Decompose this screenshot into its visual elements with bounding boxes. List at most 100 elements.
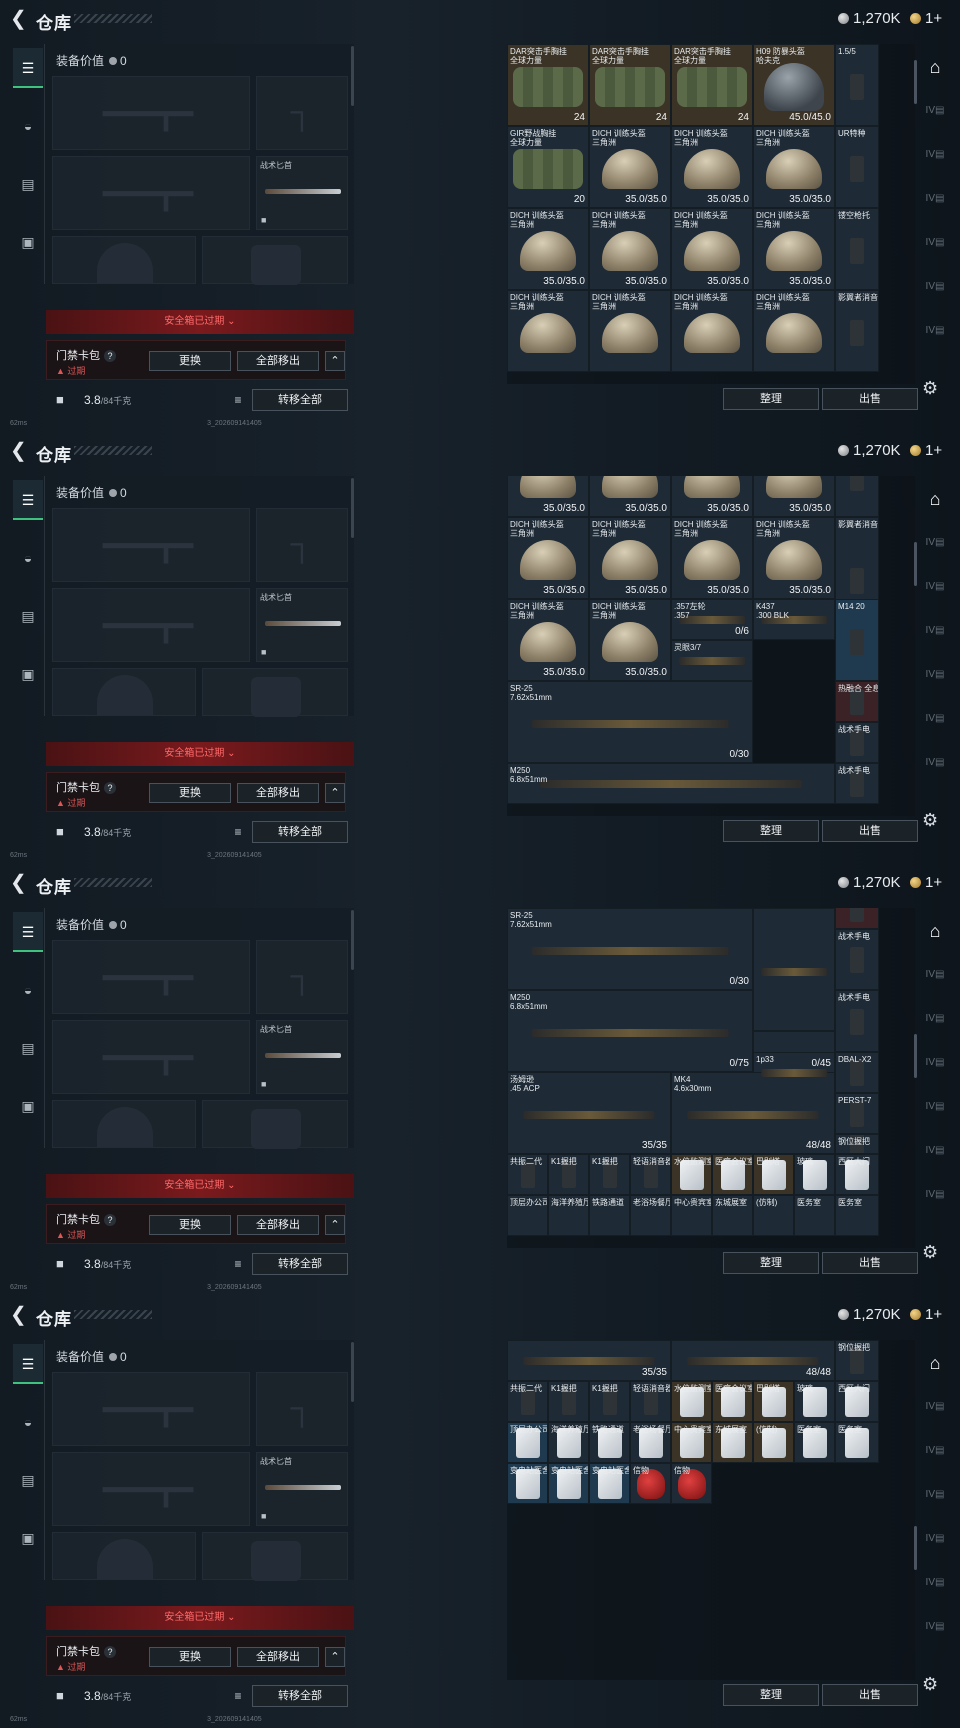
- armor-slot[interactable]: [202, 1532, 348, 1581]
- back-icon[interactable]: ❮: [10, 873, 27, 893]
- storage-item[interactable]: 战术手电: [835, 990, 879, 1052]
- storage-item[interactable]: 影翼者消音: [835, 290, 879, 372]
- armor-slot[interactable]: [202, 668, 348, 717]
- storage-item[interactable]: 汤姆逊 .45 ACP 35/35: [507, 1072, 671, 1154]
- storage-item[interactable]: 巴别塔: [753, 1154, 794, 1195]
- storage-item[interactable]: 巴别塔: [753, 1381, 794, 1422]
- storage-item[interactable]: 水位监测室: [671, 1381, 712, 1422]
- storage-item[interactable]: DICH 训练头盔 三角洲 35.0/35.0: [589, 208, 671, 290]
- equipment-scrollbar[interactable]: [351, 46, 354, 106]
- storage-item[interactable]: DAR突击手胸挂 全球力量 24: [671, 44, 753, 126]
- settings-gear-icon[interactable]: ⚙: [922, 1242, 938, 1263]
- storage-page-3-icon[interactable]: IV▤: [922, 1438, 948, 1464]
- move-all-button[interactable]: 全部移出: [237, 1647, 319, 1667]
- case-nav-icon[interactable]: ▣: [13, 1518, 43, 1558]
- storage-item[interactable]: 35.0/35.0: [671, 476, 753, 517]
- settings-gear-icon[interactable]: ⚙: [922, 810, 938, 831]
- helmet-nav-icon[interactable]: ◒: [13, 538, 43, 578]
- storage-item[interactable]: 战术手电: [835, 928, 879, 990]
- storage-tab-icon[interactable]: ⌂: [922, 918, 948, 944]
- equipment-scrollbar[interactable]: [351, 478, 354, 538]
- storage-item[interactable]: 35.0/35.0: [507, 476, 589, 517]
- storage-item[interactable]: DICH 训练头盔 三角洲 35.0/35.0: [671, 126, 753, 208]
- storage-item[interactable]: UR特种: [835, 126, 879, 208]
- vest-nav-icon[interactable]: ▤: [13, 164, 43, 204]
- primary-weapon-slot[interactable]: ━━━┳━: [52, 940, 250, 1014]
- storage-page-7-icon[interactable]: IV▤: [922, 750, 948, 776]
- list-icon[interactable]: ≡: [228, 1686, 248, 1706]
- storage-item[interactable]: 灵眼3/7: [671, 640, 753, 681]
- move-all-button[interactable]: 全部移出: [237, 351, 319, 371]
- storage-item[interactable]: M250 6.8x51mm: [507, 763, 835, 804]
- storage-item[interactable]: 钢位握把: [835, 1340, 879, 1381]
- secondary-weapon-slot[interactable]: ━━━┳━: [52, 156, 250, 230]
- storage-grid[interactable]: 35.0/35.035.0/35.0热融合 全息SR-25 7.62x51mm0…: [507, 908, 915, 1248]
- storage-item[interactable]: DICH 训练头盔 三角洲 35.0/35.0: [589, 126, 671, 208]
- storage-item[interactable]: 钢位握把: [835, 1133, 879, 1154]
- storage-item[interactable]: DICH 训练头盔 三角洲 35.0/35.0: [671, 208, 753, 290]
- weapon-nav-icon[interactable]: ☰: [13, 480, 43, 520]
- storage-item[interactable]: 共振二代: [507, 1381, 548, 1422]
- storage-page-6-icon[interactable]: IV▤: [922, 274, 948, 300]
- move-all-button[interactable]: 全部移出: [237, 783, 319, 803]
- transfer-all-button[interactable]: 转移全部: [252, 1685, 348, 1707]
- storage-page-6-icon[interactable]: IV▤: [922, 706, 948, 732]
- storage-page-7-icon[interactable]: IV▤: [922, 1182, 948, 1208]
- storage-page-2-icon[interactable]: IV▤: [922, 530, 948, 556]
- storage-item[interactable]: GIR野战胸挂 全球力量 20: [507, 126, 589, 208]
- storage-item[interactable]: 变电站医舍: [548, 1463, 589, 1504]
- transfer-all-button[interactable]: 转移全部: [252, 821, 348, 843]
- storage-item[interactable]: K1握把: [589, 1154, 630, 1195]
- storage-item[interactable]: 医务室: [835, 1422, 879, 1463]
- storage-item[interactable]: DICH 训练头盔 三角洲: [589, 290, 671, 372]
- helmet-nav-icon[interactable]: ◒: [13, 970, 43, 1010]
- storage-page-5-icon[interactable]: IV▤: [922, 662, 948, 688]
- storage-page-5-icon[interactable]: IV▤: [922, 230, 948, 256]
- storage-item[interactable]: 医疗会议室: [712, 1154, 753, 1195]
- storage-item[interactable]: 西区大门: [835, 1154, 879, 1195]
- safe-box-expired-banner[interactable]: 安全箱已过期 ⌄: [46, 1606, 354, 1630]
- storage-item[interactable]: 顶层办公司: [507, 1422, 548, 1463]
- storage-item[interactable]: 35.0/35.0: [589, 476, 671, 517]
- storage-item[interactable]: 东城展室: [712, 1195, 753, 1236]
- collapse-icon[interactable]: ⌃: [325, 351, 345, 371]
- storage-item[interactable]: DICH 训练头盔 三角洲 35.0/35.0: [507, 208, 589, 290]
- collapse-icon[interactable]: ⌃: [325, 1215, 345, 1235]
- sort-button[interactable]: 整理: [723, 388, 819, 410]
- storage-item[interactable]: SR-25 7.62x51mm 0/30: [507, 908, 753, 990]
- storage-page-3-icon[interactable]: IV▤: [922, 142, 948, 168]
- storage-page-4-icon[interactable]: IV▤: [922, 1482, 948, 1508]
- weapon-nav-icon[interactable]: ☰: [13, 912, 43, 952]
- sell-button[interactable]: 出售: [822, 388, 918, 410]
- storage-item[interactable]: K1握把: [589, 1381, 630, 1422]
- storage-item[interactable]: 35.0/35.0: [753, 476, 835, 517]
- storage-item[interactable]: H09 防暴头盔 哈夫克 45.0/45.0: [753, 44, 835, 126]
- storage-item[interactable]: DICH 训练头盔 三角洲 35.0/35.0: [589, 517, 671, 599]
- back-icon[interactable]: ❮: [10, 441, 27, 461]
- move-all-button[interactable]: 全部移出: [237, 1215, 319, 1235]
- storage-page-3-icon[interactable]: IV▤: [922, 1006, 948, 1032]
- equipment-scrollbar[interactable]: [351, 910, 354, 970]
- settings-gear-icon[interactable]: ⚙: [922, 378, 938, 399]
- storage-page-7-icon[interactable]: IV▤: [922, 318, 948, 344]
- back-icon[interactable]: ❮: [10, 9, 27, 29]
- storage-item[interactable]: 海洋养殖厅: [548, 1195, 589, 1236]
- storage-item[interactable]: 玻璃: [794, 1381, 835, 1422]
- case-nav-icon[interactable]: ▣: [13, 1086, 43, 1126]
- storage-item[interactable]: DBAL-X2: [835, 1051, 879, 1093]
- sell-button[interactable]: 出售: [822, 1684, 918, 1706]
- storage-item[interactable]: 医疗会议室: [712, 1381, 753, 1422]
- vest-nav-icon[interactable]: ▤: [13, 596, 43, 636]
- storage-tab-icon[interactable]: ⌂: [922, 486, 948, 512]
- storage-item[interactable]: 中心贵宾室: [671, 1195, 712, 1236]
- storage-item[interactable]: (仿制): [753, 1195, 794, 1236]
- storage-item[interactable]: 顶层办公司: [507, 1195, 548, 1236]
- storage-item[interactable]: 轻语消音器: [630, 1381, 671, 1422]
- storage-grid[interactable]: 35/35 48/48 钢位握把 共振二代 K1握把 K1握把 轻语消音器 水位监测室 医疗会议…: [507, 1340, 915, 1680]
- storage-item[interactable]: 热融合 全息: [835, 681, 879, 722]
- storage-grid[interactable]: 35.0/35.0 35.0/35.0 35.0/35.0 35.0/35.0 DICH…: [507, 476, 915, 816]
- storage-item[interactable]: 铁路通道: [589, 1422, 630, 1463]
- storage-item[interactable]: 玻璃: [794, 1154, 835, 1195]
- storage-item[interactable]: DICH 训练头盔 三角洲: [507, 290, 589, 372]
- storage-page-4-icon[interactable]: IV▤: [922, 618, 948, 644]
